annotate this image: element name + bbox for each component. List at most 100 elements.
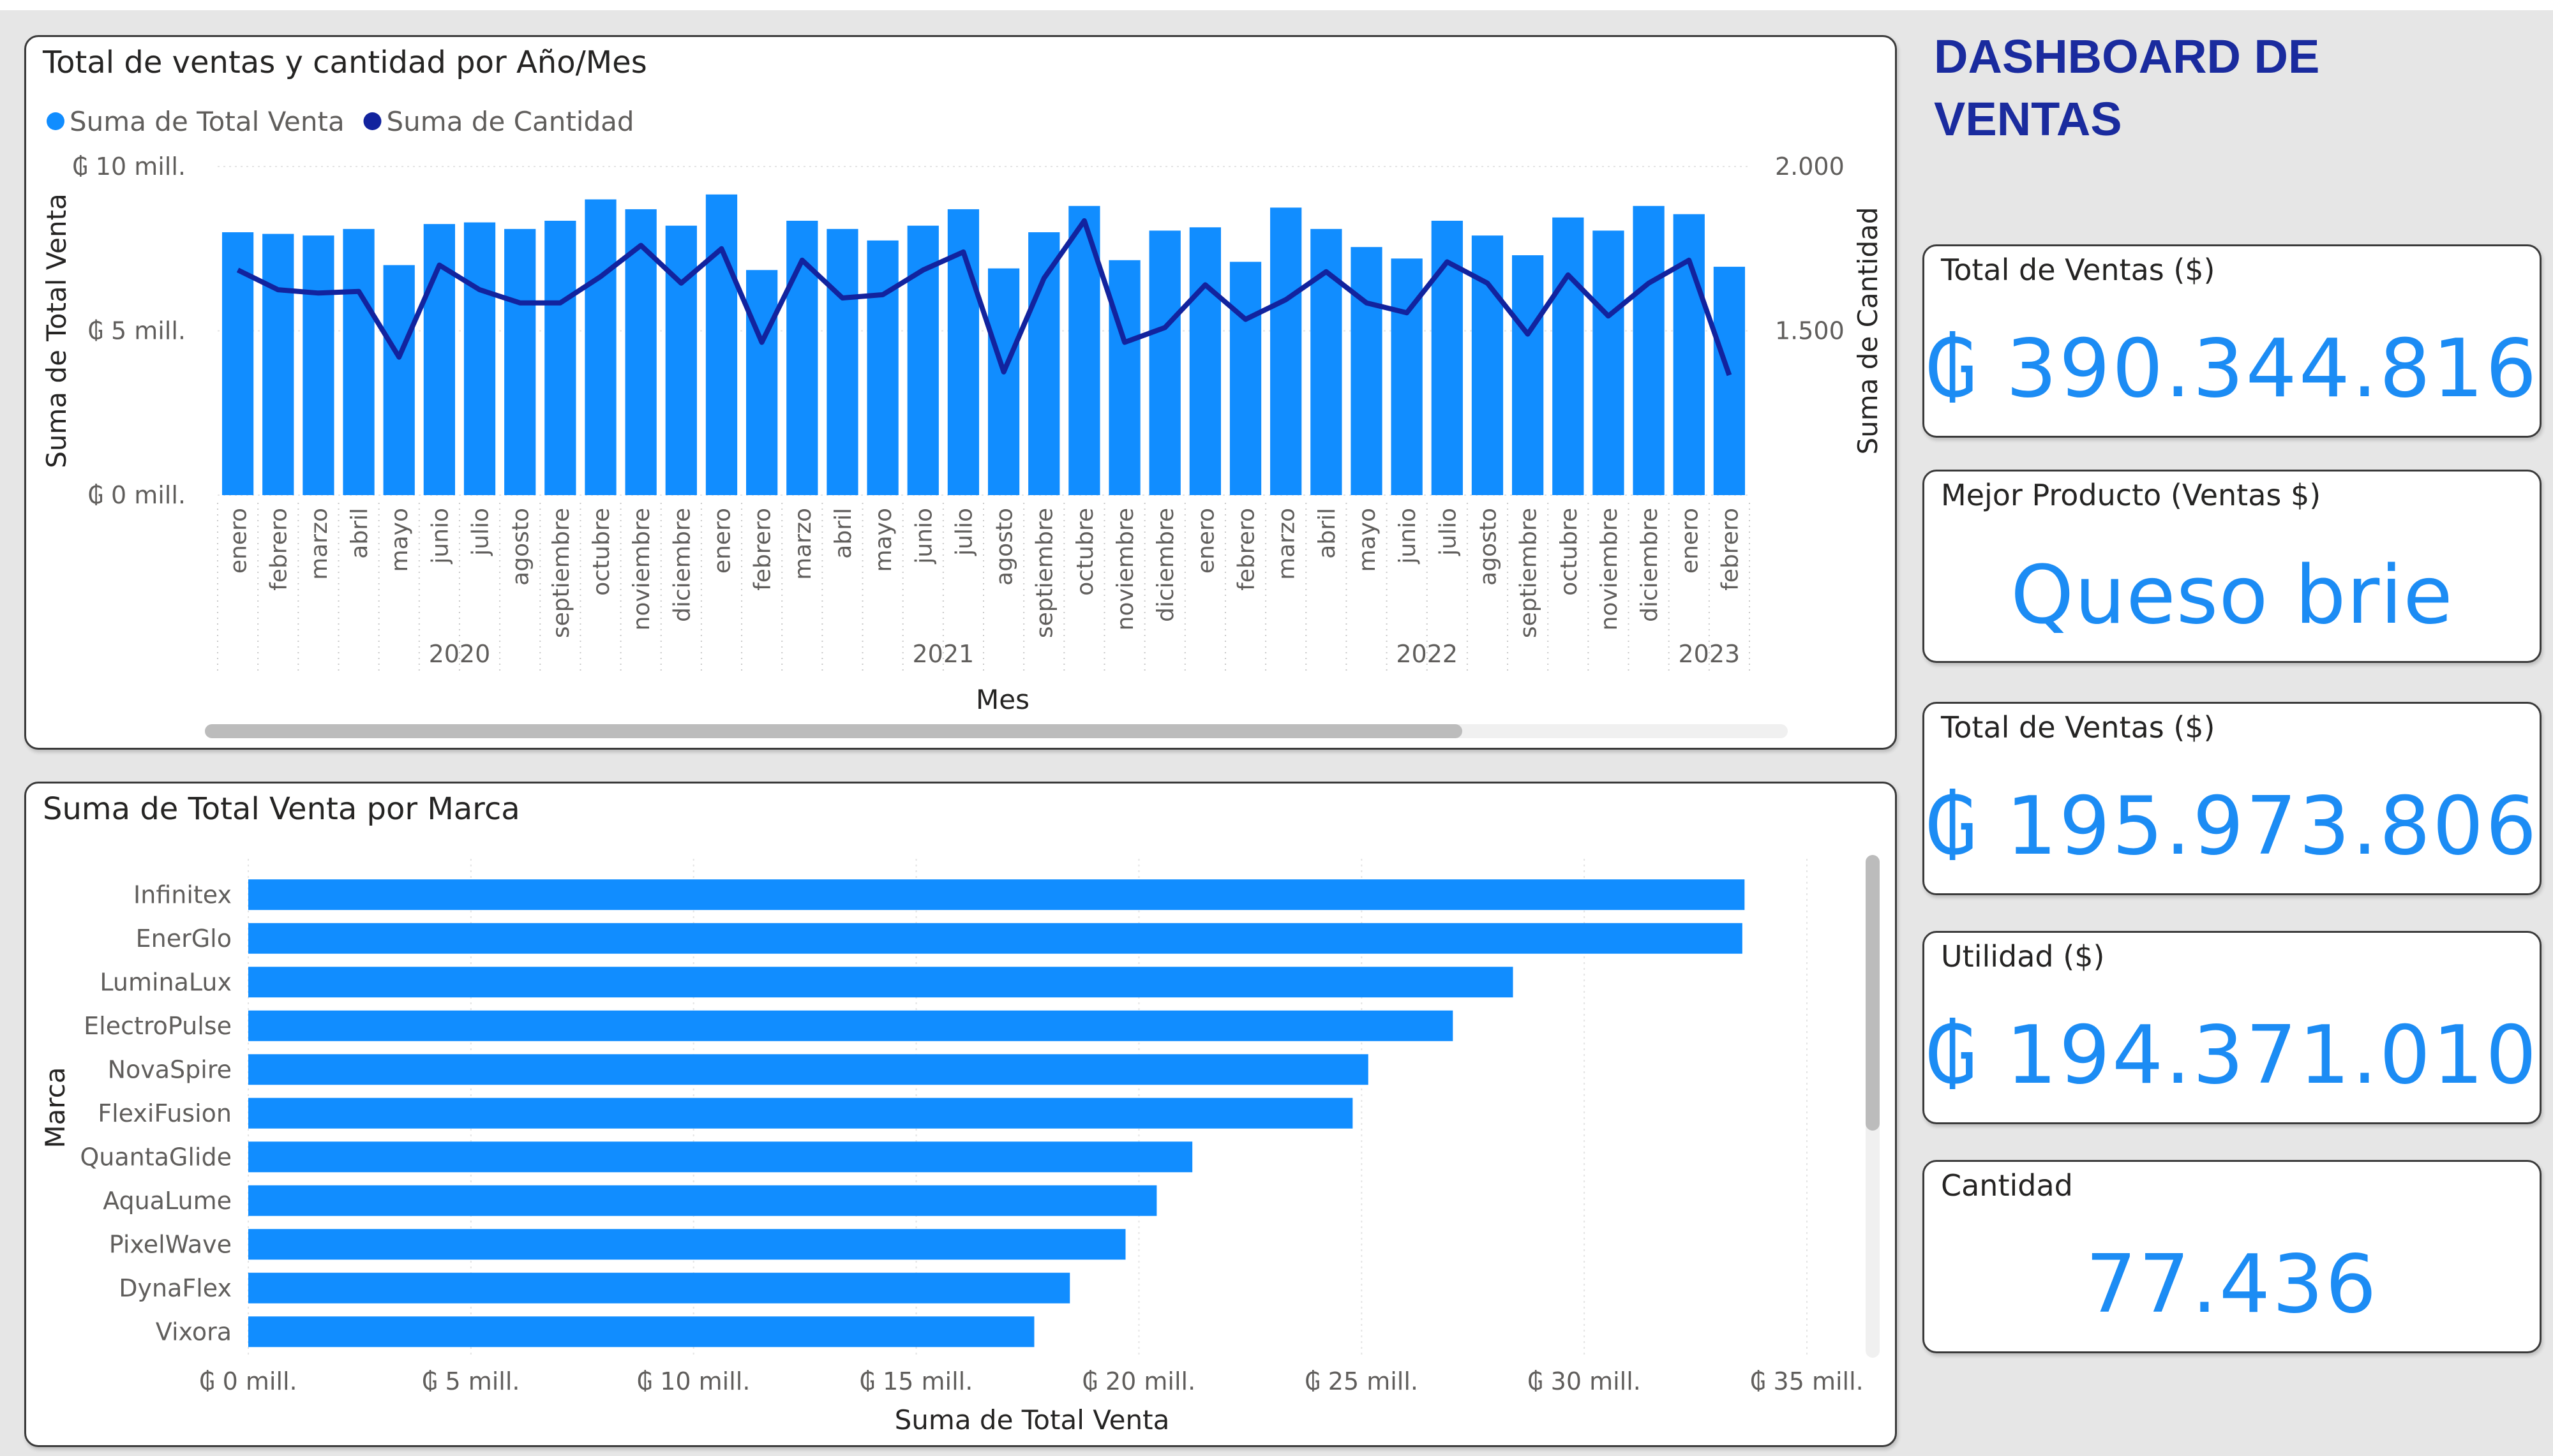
x-tick-label-month: mayo (1354, 508, 1381, 572)
legend-label-total-venta: Suma de Total Venta (70, 106, 345, 137)
y-tick-label: ElectroPulse (84, 1012, 232, 1040)
x-tick-label-month: abril (1314, 508, 1340, 559)
kpi-card-total-ventas-2[interactable]: Total de Ventas ($) ₲ 195.973.806 (1922, 702, 2542, 895)
kpi-card-mejor-producto[interactable]: Mejor Producto (Ventas $) Queso brie (1922, 470, 2542, 663)
x-tick-label: ₲ 35 mill. (1750, 1367, 1863, 1395)
y-tick-label: ₲ 0 mill. (88, 481, 186, 509)
kpi-label: Mejor Producto (Ventas $) (1941, 478, 2321, 512)
x-tick-label: ₲ 0 mill. (199, 1367, 297, 1395)
brand-chart: ₲ 0 mill. ₲ 5 mill. ₲ 10 mill. ₲ 15 mill. ₲ … (40, 855, 1880, 1436)
kpi-label: Utilidad ($) (1941, 939, 2105, 974)
bar-total-venta (1633, 205, 1665, 495)
bar-total-venta-marca (248, 1097, 1353, 1129)
bar-total-venta (383, 265, 415, 495)
x-tick-label-month: noviembre (1112, 508, 1139, 630)
bar-total-venta (303, 235, 334, 495)
x-tick-label-month: junio (911, 508, 937, 565)
bar-total-venta (1391, 258, 1423, 495)
y2-tick-label: 2.000 (1775, 152, 1845, 181)
x-tick-label: ₲ 30 mill. (1527, 1367, 1640, 1395)
x-tick-label-month: julio (468, 508, 494, 556)
x-tick-label-year: 2022 (1396, 640, 1458, 668)
kpi-label: Total de Ventas ($) (1941, 253, 2215, 287)
bar-total-venta (1351, 247, 1382, 495)
bar-total-venta (665, 225, 697, 495)
bar-total-venta (1552, 217, 1584, 495)
bar-total-venta (1673, 214, 1705, 495)
x-tick-label-month: diciembre (1153, 508, 1179, 622)
bar-total-venta (1310, 228, 1342, 495)
x-tick-label: ₲ 15 mill. (860, 1367, 973, 1395)
kpi-value: ₲ 194.371.010 (1925, 1008, 2539, 1102)
y-tick-label: PixelWave (109, 1230, 232, 1258)
x-tick-label-month: marzo (790, 508, 816, 580)
bar-total-venta (343, 228, 375, 495)
x-tick-label-month: febrero (1234, 508, 1260, 591)
scrollbar-thumb (1866, 855, 1880, 1131)
y-axis-title: Marca (40, 1067, 71, 1148)
x-tick-label-month: julio (1435, 508, 1461, 556)
bar-total-venta (1028, 232, 1060, 495)
x-axis-title: Mes (976, 684, 1029, 715)
y2-tick-label: 1.500 (1775, 317, 1845, 345)
legend-label-cantidad: Suma de Cantidad (387, 106, 634, 137)
y-tick-label: FlexiFusion (98, 1099, 232, 1127)
x-tick-label: ₲ 25 mill. (1305, 1367, 1418, 1395)
bar-total-venta (262, 234, 294, 495)
bar-total-venta (1592, 230, 1624, 495)
y-tick-label: NovaSpire (108, 1055, 232, 1083)
bar-total-venta (504, 228, 536, 495)
bar-total-venta (827, 228, 858, 495)
scrollbar-thumb (205, 724, 1462, 738)
bar-total-venta (1189, 227, 1221, 495)
bar-total-venta (1270, 207, 1302, 495)
bar-total-venta-marca (248, 1316, 1035, 1348)
kpi-value: Queso brie (2010, 548, 2453, 642)
kpi-value: ₲ 195.973.806 (1925, 779, 2539, 873)
x-tick-label-month: septiembre (1516, 508, 1542, 638)
combo-chart-card[interactable]: Total de ventas y cantidad por Año/Mes S… (24, 35, 1897, 750)
bar-total-venta (585, 199, 617, 495)
legend-marker-cantidad (363, 112, 382, 130)
bar-total-venta (1713, 267, 1746, 495)
kpi-card-cantidad[interactable]: Cantidad 77.436 (1922, 1160, 2542, 1353)
y-axis-title: Suma de Total Venta (41, 193, 72, 468)
kpi-card-utilidad[interactable]: Utilidad ($) ₲ 194.371.010 (1922, 931, 2542, 1124)
y-tick-label: ₲ 10 mill. (73, 152, 186, 181)
bar-total-venta-marca (248, 1272, 1070, 1304)
x-tick-label-month: mayo (871, 508, 897, 572)
x-tick-label-month: octubre (588, 508, 615, 596)
bar-total-venta (867, 240, 899, 495)
y-tick-label: Vixora (156, 1318, 232, 1346)
bar-total-venta-marca (248, 967, 1513, 998)
x-tick-label-month: agosto (508, 508, 534, 586)
dashboard-title: DASHBOARD DE VENTAS (1934, 30, 2320, 145)
x-tick-label-month: diciembre (669, 508, 695, 622)
y-tick-label: QuantaGlide (80, 1143, 232, 1171)
x-tick-label-month: abril (830, 508, 857, 559)
x-tick-label-month: octubre (1072, 508, 1098, 596)
y-tick-label: EnerGlo (136, 925, 232, 953)
x-axis-title: Suma de Total Venta (895, 1404, 1170, 1436)
x-tick-label-month: febrero (750, 508, 776, 591)
bar-total-venta-marca (248, 1185, 1157, 1216)
x-tick-label-month: febrero (266, 508, 292, 591)
y-tick-label: LuminaLux (100, 968, 232, 996)
x-tick-label-month: septiembre (1032, 508, 1058, 638)
bar-total-venta (1149, 230, 1181, 495)
x-tick-label-month: marzo (1274, 508, 1300, 580)
bar-total-venta (705, 194, 738, 495)
x-tick-label-month: julio (951, 508, 977, 556)
kpi-label: Cantidad (1941, 1168, 2073, 1203)
x-tick-label-month: abril (347, 508, 373, 559)
x-tick-label-month: agosto (1475, 508, 1501, 586)
x-tick-label-month: enero (226, 508, 252, 574)
x-tick-label-month: enero (1193, 508, 1219, 574)
y-tick-label: AquaLume (103, 1187, 232, 1215)
bar-total-venta (1229, 262, 1262, 495)
x-tick-label-month: mayo (387, 508, 413, 572)
kpi-card-total-ventas[interactable]: Total de Ventas ($) ₲ 390.344.816 (1922, 244, 2542, 438)
kpi-value: ₲ 390.344.816 (1925, 322, 2539, 415)
brand-chart-card[interactable]: Suma de Total Venta por Marca ₲ 0 mill. ₲… (24, 782, 1897, 1447)
x-tick-label-month: junio (1395, 508, 1421, 565)
